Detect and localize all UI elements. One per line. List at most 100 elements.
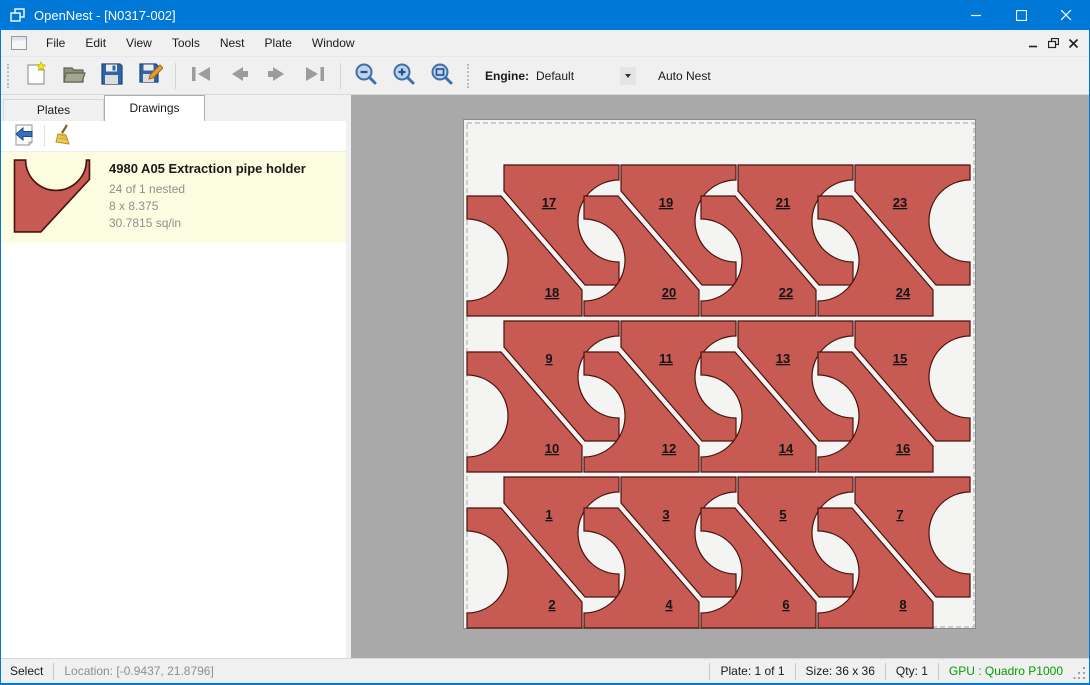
- menu-view[interactable]: View: [116, 31, 162, 55]
- maximize-button[interactable]: [999, 0, 1044, 30]
- window-title: OpenNest - [N0317-002]: [34, 8, 176, 23]
- status-bar: Select Location: [-0.9437, 21.8796] Plat…: [1, 658, 1089, 683]
- zoom-out-button[interactable]: [349, 60, 383, 92]
- next-arrow-icon: [264, 61, 290, 90]
- part-number-label: 19: [659, 195, 673, 210]
- zoom-fit-button[interactable]: [425, 60, 459, 92]
- status-plate: Plate: 1 of 1: [709, 663, 794, 680]
- save-button[interactable]: [95, 60, 129, 92]
- part-number-label: 16: [896, 441, 910, 456]
- sidebar-tabstrip: Plates Drawings: [1, 95, 351, 121]
- toolbar-separator: [340, 63, 341, 89]
- sidebar: Plates Drawings: [1, 95, 351, 658]
- part-number-label: 8: [899, 597, 906, 612]
- last-arrow-icon: [302, 61, 328, 90]
- plate-sheet[interactable]: 171819202122232491011121314151612345678: [463, 119, 976, 629]
- nest-canvas[interactable]: 171819202122232491011121314151612345678: [351, 95, 1089, 658]
- engine-selected-value: Default: [536, 69, 618, 83]
- part-number-label: 4: [665, 597, 673, 612]
- app-icon: [10, 7, 26, 23]
- mdi-restore-button[interactable]: [1043, 34, 1063, 52]
- tab-drawings[interactable]: Drawings: [104, 95, 205, 121]
- panel-toolbar-separator: [44, 125, 45, 147]
- engine-select[interactable]: Default: [536, 65, 636, 87]
- engine-label: Engine:: [485, 69, 529, 83]
- menu-nest[interactable]: Nest: [210, 31, 255, 55]
- tab-plates[interactable]: Plates: [3, 99, 104, 121]
- mdi-minimize-button[interactable]: [1023, 34, 1043, 52]
- new-file-icon: [23, 61, 49, 90]
- part-number-label: 18: [545, 285, 559, 300]
- auto-nest-button[interactable]: Auto Nest: [652, 65, 717, 87]
- status-mode: Select: [1, 663, 53, 679]
- part-number-label: 6: [782, 597, 789, 612]
- combo-dropdown-button[interactable]: [620, 67, 636, 85]
- part-number-label: 14: [779, 441, 794, 456]
- next-plate-button[interactable]: [260, 60, 294, 92]
- part-thumbnail: [11, 159, 95, 235]
- title-bar: OpenNest - [N0317-002]: [1, 0, 1089, 30]
- clear-drawings-button[interactable]: [50, 123, 80, 149]
- toolbar-grip[interactable]: [7, 64, 12, 88]
- zoom-in-icon: [391, 61, 417, 90]
- status-gpu: GPU : Quadro P1000: [938, 663, 1073, 680]
- drawing-area: 30.7815 sq/in: [109, 215, 306, 232]
- drawing-title: 4980 A05 Extraction pipe holder: [109, 161, 306, 176]
- status-location: Location: [-0.9437, 21.8796]: [54, 663, 223, 679]
- drawing-list-item[interactable]: 4980 A05 Extraction pipe holder 24 of 1 …: [1, 152, 346, 243]
- part-number-label: 10: [545, 441, 559, 456]
- document-window-icon: [11, 36, 27, 50]
- save-as-button[interactable]: [133, 60, 167, 92]
- previous-arrow-icon: [226, 61, 252, 90]
- main-toolbar: Engine: Default Auto Nest: [1, 57, 1089, 95]
- part-number-label: 23: [893, 195, 907, 210]
- first-arrow-icon: [188, 61, 214, 90]
- import-drawing-icon: [12, 123, 36, 150]
- drawing-dimensions: 8 x 8.375: [109, 198, 306, 215]
- toolbar-grip[interactable]: [467, 64, 472, 88]
- part-number-label: 15: [893, 351, 907, 366]
- opennest-window: OpenNest - [N0317-002] File Edit View To…: [0, 0, 1090, 685]
- drawing-nested-count: 24 of 1 nested: [109, 181, 306, 198]
- menu-plate[interactable]: Plate: [255, 31, 302, 55]
- close-button[interactable]: [1044, 0, 1089, 30]
- zoom-fit-icon: [429, 61, 455, 90]
- status-size: Size: 36 x 36: [795, 663, 885, 680]
- menu-file[interactable]: File: [36, 31, 75, 55]
- first-plate-button[interactable]: [184, 60, 218, 92]
- mdi-close-button[interactable]: [1063, 34, 1083, 52]
- part-number-label: 9: [545, 351, 552, 366]
- open-folder-icon: [61, 61, 87, 90]
- minimize-button[interactable]: [954, 0, 999, 30]
- menu-window[interactable]: Window: [302, 31, 365, 55]
- previous-plate-button[interactable]: [222, 60, 256, 92]
- part-number-label: 22: [779, 285, 793, 300]
- part-number-label: 11: [659, 351, 673, 366]
- drawings-toolbar: [1, 121, 346, 152]
- part-number-label: 12: [662, 441, 676, 456]
- save-icon: [99, 61, 125, 90]
- part-number-label: 24: [896, 285, 911, 300]
- zoom-in-button[interactable]: [387, 60, 421, 92]
- new-button[interactable]: [19, 60, 53, 92]
- zoom-out-icon: [353, 61, 379, 90]
- part-number-label: 13: [776, 351, 790, 366]
- menu-edit[interactable]: Edit: [75, 31, 116, 55]
- save-edit-icon: [137, 61, 163, 90]
- menu-tools[interactable]: Tools: [162, 31, 210, 55]
- part-number-label: 21: [776, 195, 790, 210]
- part-number-label: 1: [545, 507, 552, 522]
- import-drawing-button[interactable]: [9, 123, 39, 149]
- broom-icon: [53, 123, 77, 150]
- part-number-label: 2: [548, 597, 555, 612]
- part-number-label: 17: [542, 195, 556, 210]
- open-button[interactable]: [57, 60, 91, 92]
- toolbar-separator: [175, 63, 176, 89]
- chevron-down-icon: [625, 74, 631, 78]
- part-number-label: 5: [779, 507, 786, 522]
- last-plate-button[interactable]: [298, 60, 332, 92]
- part-number-label: 3: [662, 507, 669, 522]
- part-number-label: 7: [896, 507, 903, 522]
- status-qty: Qty: 1: [885, 663, 938, 680]
- resize-grip[interactable]: [1073, 661, 1087, 681]
